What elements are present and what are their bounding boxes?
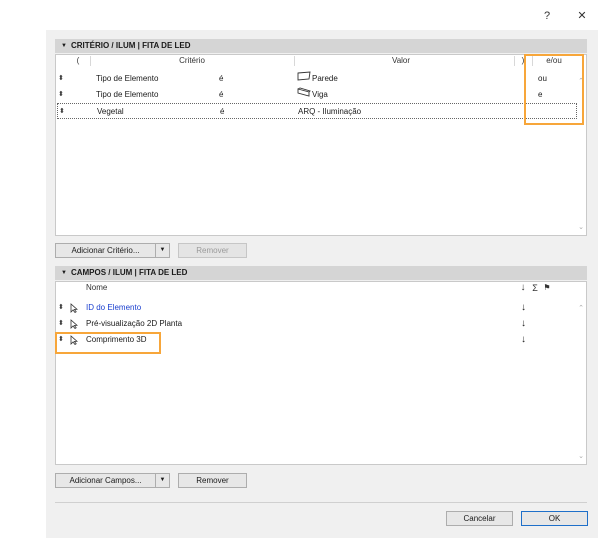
collapse-triangle-icon[interactable]: ▼ (61, 270, 67, 276)
field-row[interactable]: ⬍ ID do Elemento ↓ (56, 300, 586, 316)
criteria-table: ( Critério Valor ) e/ou ⬍ Tipo de Elemen… (55, 54, 587, 236)
highlight-comprimento-row (55, 332, 161, 354)
col-criterio[interactable]: Critério (92, 55, 292, 67)
drag-handle-icon[interactable]: ⬍ (58, 87, 64, 103)
scroll-down-icon[interactable]: ⌄ (576, 223, 586, 231)
field-name[interactable]: ID do Elemento (86, 300, 141, 316)
col-valor[interactable]: Valor (296, 55, 506, 67)
drag-handle-icon[interactable]: ⬍ (58, 316, 64, 332)
criteria-field[interactable]: Tipo de Elemento (96, 87, 158, 103)
sum-icon[interactable]: Σ (530, 282, 540, 294)
cancel-button[interactable]: Cancelar (446, 511, 513, 526)
fields-title: CAMPOS / ILUM | FITA DE LED (70, 268, 188, 277)
cursor-icon (69, 300, 79, 316)
sort-icon[interactable]: ↓ (518, 282, 528, 294)
criteria-operator[interactable]: é (219, 87, 223, 103)
sort-icon[interactable]: ↓ (521, 316, 526, 332)
remove-criteria-button[interactable]: Remover (178, 243, 247, 258)
drag-handle-icon[interactable]: ⬍ (58, 300, 64, 316)
criteria-row-selected[interactable]: ⬍ Vegetal é ARQ - Iluminação (57, 103, 577, 119)
ok-button[interactable]: OK (521, 511, 588, 526)
drag-handle-icon[interactable]: ⬍ (59, 104, 65, 120)
fields-table: Nome ↓ Σ ⚑ ⬍ ID do Elemento ↓ ⬍ Pré-visu… (55, 281, 587, 465)
field-row[interactable]: ⬍ Pré-visualização 2D Planta ↓ (56, 316, 586, 332)
criteria-value[interactable]: ARQ - Iluminação (298, 104, 361, 120)
criteria-operator[interactable]: é (219, 71, 223, 87)
add-criteria-button[interactable]: Adicionar Critério... (55, 243, 156, 258)
beam-icon (297, 87, 311, 103)
add-fields-button[interactable]: Adicionar Campos... (55, 473, 156, 488)
sort-icon[interactable]: ↓ (521, 300, 526, 316)
criteria-section-header[interactable]: ▼ CRITÉRIO / ILUM | FITA DE LED (55, 39, 587, 53)
criteria-title: CRITÉRIO / ILUM | FITA DE LED (70, 41, 191, 50)
scroll-down-icon[interactable]: ⌄ (576, 452, 586, 460)
wall-icon (297, 71, 311, 87)
criteria-field[interactable]: Vegetal (97, 104, 124, 120)
col-open-paren[interactable]: ( (70, 55, 86, 67)
flag-icon[interactable]: ⚑ (542, 282, 552, 294)
highlight-eou-column (524, 54, 584, 125)
fields-section-header[interactable]: ▼ CAMPOS / ILUM | FITA DE LED (55, 266, 587, 280)
remove-fields-button[interactable]: Remover (178, 473, 247, 488)
cursor-icon (69, 316, 79, 332)
criteria-row[interactable]: ⬍ Tipo de Elemento é Viga e (56, 87, 586, 103)
criteria-value[interactable]: Viga (312, 87, 328, 103)
scroll-up-icon[interactable]: ⌃ (576, 304, 586, 312)
col-nome[interactable]: Nome (86, 282, 126, 294)
field-name[interactable]: Pré-visualização 2D Planta (86, 316, 182, 332)
add-fields-dropdown-icon[interactable]: ▼ (155, 473, 170, 488)
criteria-value[interactable]: Parede (312, 71, 338, 87)
criteria-operator[interactable]: é (220, 104, 224, 120)
help-button[interactable]: ? (539, 8, 555, 24)
footer-divider (55, 502, 587, 503)
close-button[interactable]: ✕ (574, 8, 590, 24)
add-criteria-dropdown-icon[interactable]: ▼ (155, 243, 170, 258)
sort-icon[interactable]: ↓ (521, 332, 526, 348)
drag-handle-icon[interactable]: ⬍ (58, 71, 64, 87)
collapse-triangle-icon[interactable]: ▼ (61, 43, 67, 49)
criteria-row[interactable]: ⬍ Tipo de Elemento é Parede ou (56, 71, 586, 87)
criteria-field[interactable]: Tipo de Elemento (96, 71, 158, 87)
